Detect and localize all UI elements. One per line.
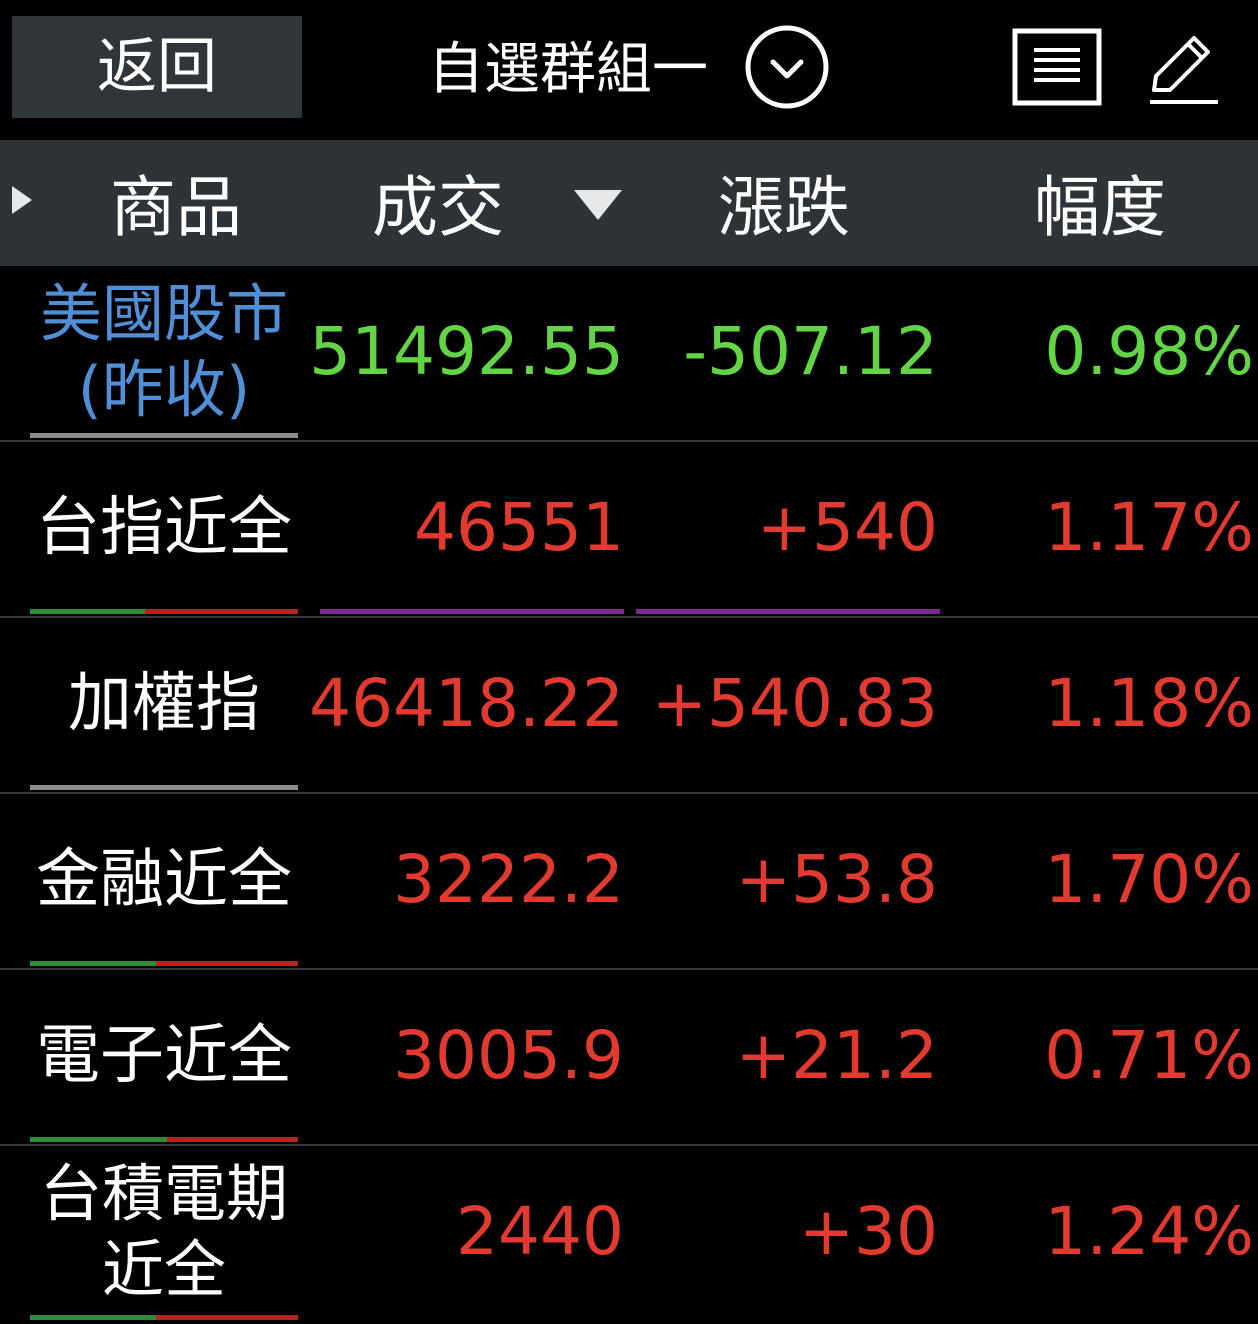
quote-change: +540 <box>756 489 938 566</box>
quote-percent: 1.18% <box>1044 665 1254 742</box>
row-indicator-bar <box>30 961 298 966</box>
quote-name: 台積電期近全 <box>39 1157 288 1306</box>
row-indicator-bar <box>30 433 298 438</box>
quote-change: +30 <box>798 1193 938 1270</box>
quote-percent: 1.17% <box>1044 489 1254 566</box>
quote-change: +53.8 <box>735 841 938 918</box>
row-indicator-bar <box>30 785 298 790</box>
column-header: 商品 成交 漲跌 幅度 <box>0 140 1258 266</box>
column-price[interactable]: 成交 <box>372 140 504 266</box>
price-indicator-bar <box>320 609 624 614</box>
quote-change: +540.83 <box>651 665 938 742</box>
back-button[interactable]: 返回 <box>12 16 302 118</box>
quote-row[interactable]: 加權指 46418.22 +540.83 1.18% <box>0 618 1258 794</box>
quote-name: 電子近全 <box>36 1019 292 1093</box>
sort-desc-icon[interactable] <box>574 190 622 220</box>
quote-name: 加權指 <box>68 667 260 741</box>
chevron-down-circle-icon[interactable] <box>744 24 830 110</box>
change-indicator-bar <box>636 609 940 614</box>
top-bar: 返回 自選群組一 <box>0 0 1258 140</box>
list-icon[interactable] <box>1012 28 1102 106</box>
quote-price: 3005.9 <box>393 1017 624 1094</box>
column-percent[interactable]: 幅度 <box>1034 140 1166 266</box>
quote-price: 46418.22 <box>309 665 624 742</box>
quote-price: 51492.55 <box>309 313 624 390</box>
column-product[interactable]: 商品 <box>110 140 242 266</box>
quote-row[interactable]: 台指近全 46551 +540 1.17% <box>0 442 1258 618</box>
quote-percent: 1.70% <box>1044 841 1254 918</box>
triangle-right-icon[interactable] <box>12 186 32 214</box>
quote-change: -507.12 <box>683 313 938 390</box>
quote-change: +21.2 <box>735 1017 938 1094</box>
watchlist-group-title[interactable]: 自選群組一 <box>428 30 708 110</box>
quote-price: 2440 <box>456 1193 624 1270</box>
quote-name: 美國股市(昨收) <box>39 277 288 426</box>
quote-row[interactable]: 美國股市(昨收) 51492.55 -507.12 0.98% <box>0 266 1258 442</box>
column-change[interactable]: 漲跌 <box>718 140 850 266</box>
quote-row[interactable]: 台積電期近全 2440 +30 1.24% <box>0 1146 1258 1324</box>
quote-name: 金融近全 <box>36 843 292 917</box>
row-indicator-bar <box>30 1137 298 1142</box>
quote-price: 3222.2 <box>393 841 624 918</box>
quote-percent: 0.71% <box>1044 1017 1254 1094</box>
row-indicator-bar <box>30 1315 298 1320</box>
quote-percent: 1.24% <box>1044 1193 1254 1270</box>
quote-price: 46551 <box>414 489 624 566</box>
quote-row[interactable]: 金融近全 3222.2 +53.8 1.70% <box>0 794 1258 970</box>
pencil-icon[interactable] <box>1146 32 1222 108</box>
quote-row[interactable]: 電子近全 3005.9 +21.2 0.71% <box>0 970 1258 1146</box>
quote-percent: 0.98% <box>1044 313 1254 390</box>
quote-name: 台指近全 <box>36 491 292 565</box>
row-indicator-bar <box>30 609 298 614</box>
